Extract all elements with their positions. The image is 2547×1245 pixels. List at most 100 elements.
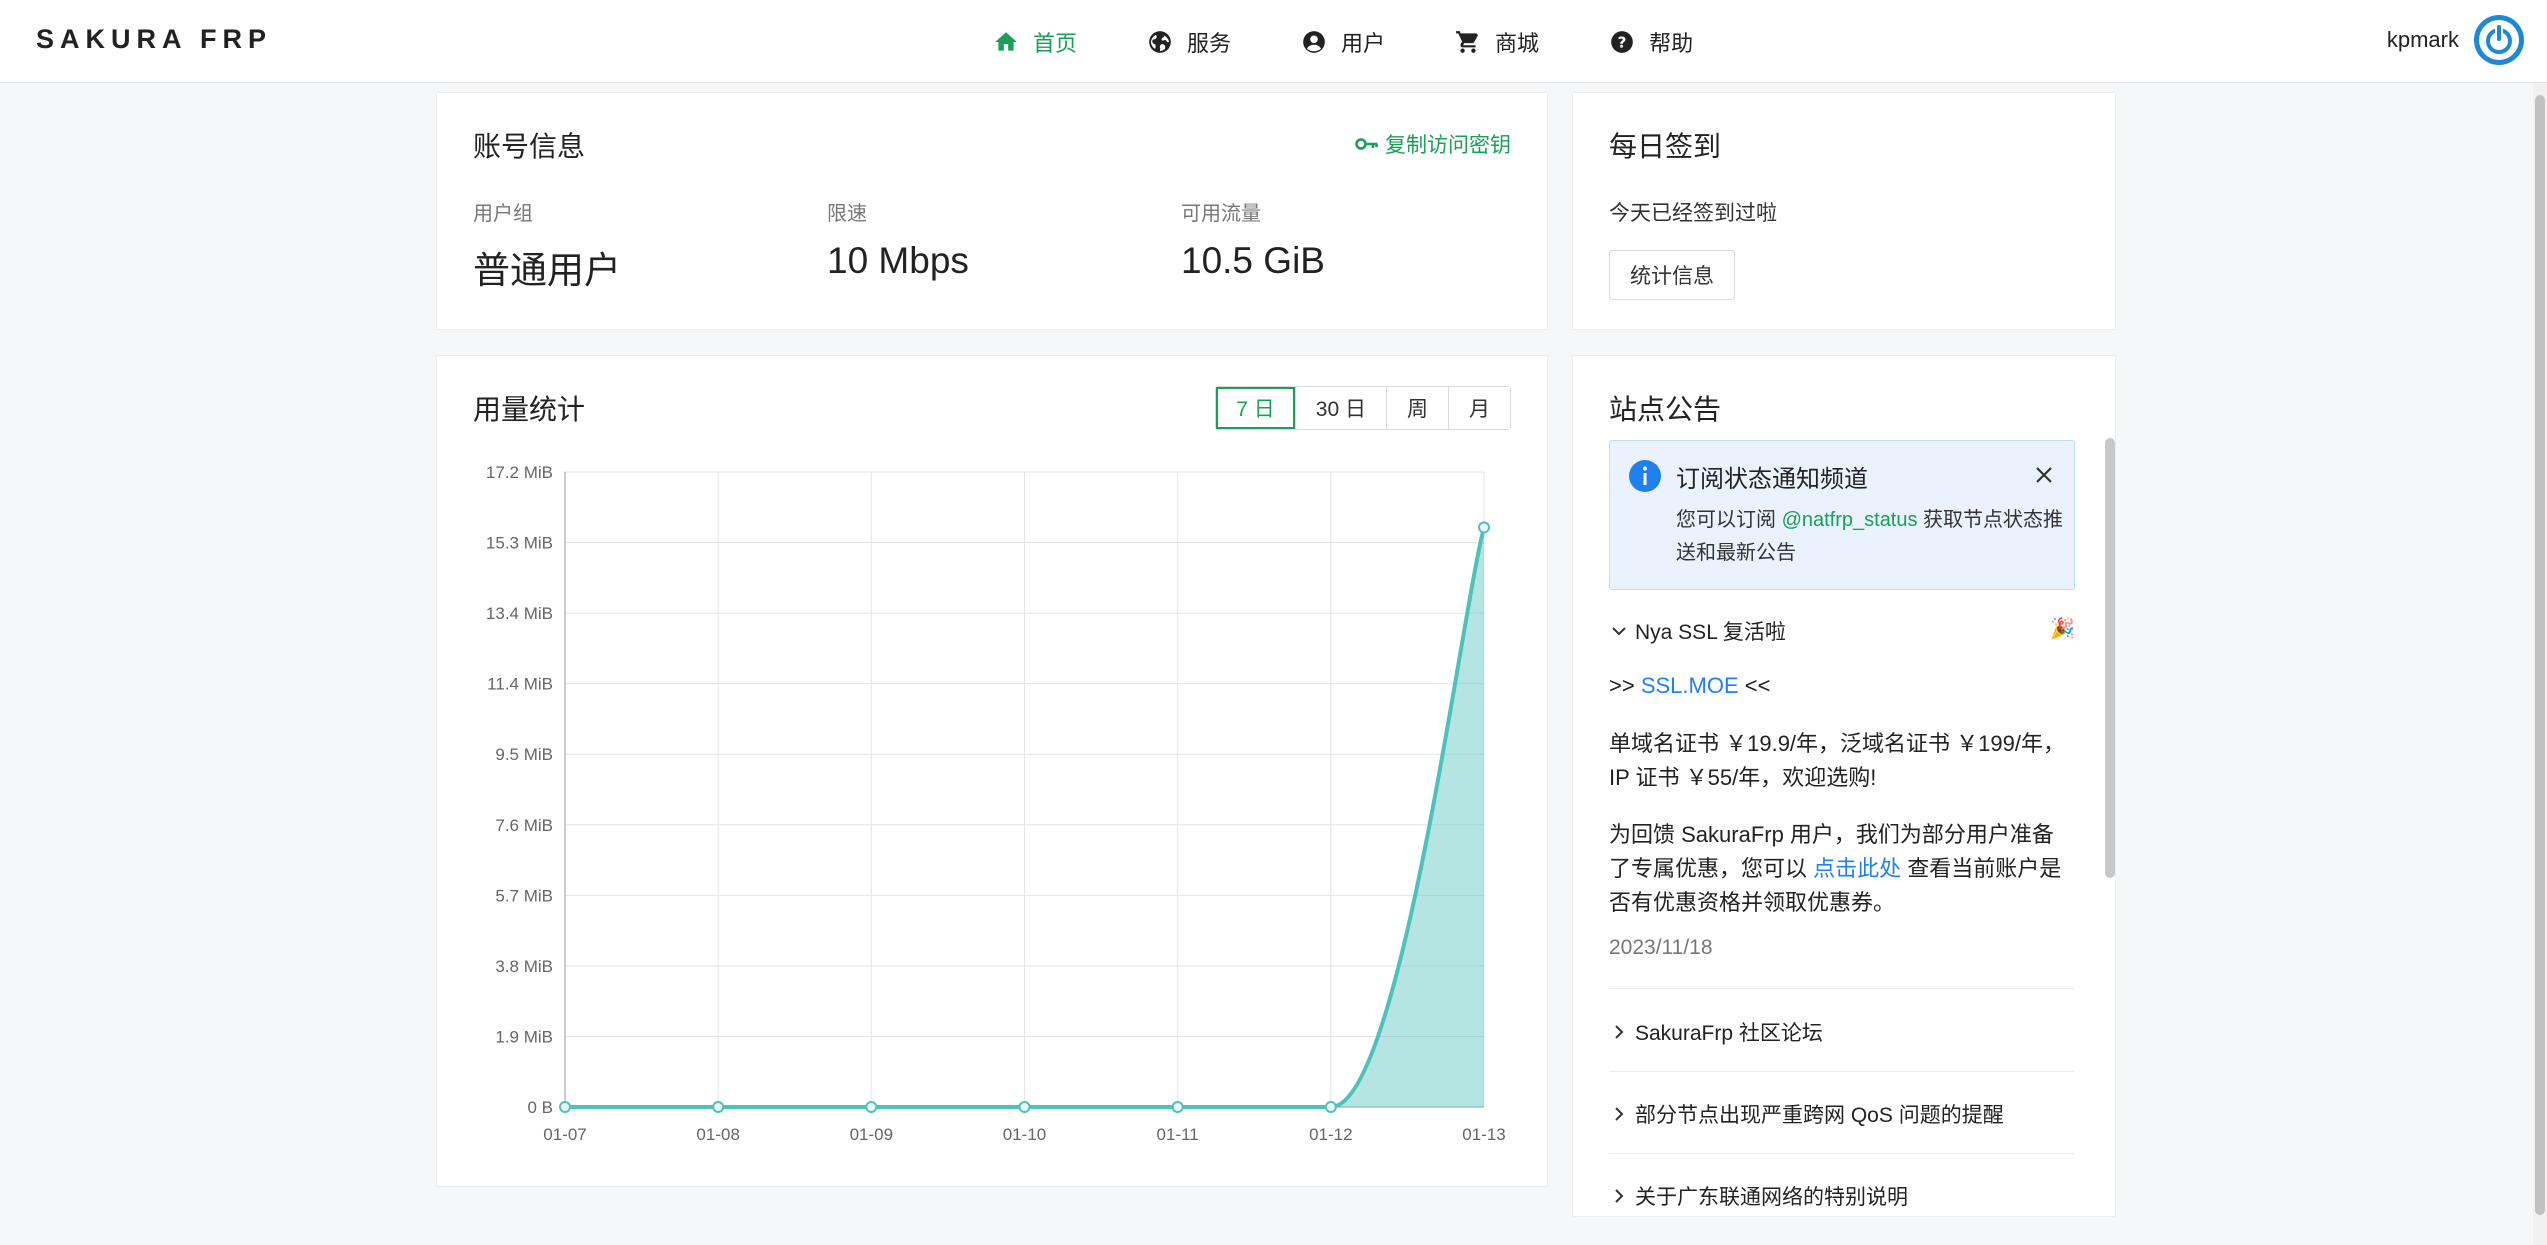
y-tick-label: 17.2 MiB [486,463,553,482]
y-tick-label: 3.8 MiB [495,957,553,976]
data-point [559,1101,571,1113]
data-point [1018,1101,1031,1113]
user-menu[interactable]: kpmark [2387,14,2525,66]
click-here-link[interactable]: 点击此处 [1813,856,1901,881]
page-scrollbar-thumb[interactable] [2535,95,2545,1215]
nav-item-user[interactable]: 用户 [1301,0,1385,83]
x-tick-label: 01-11 [1157,1125,1199,1144]
account-info-card: 账号信息 复制访问密钥 用户组 普通用户 限速 10 Mbps 可用流量 10.… [436,92,1548,330]
nav-item-label: 服务 [1187,30,1232,56]
announcement-header-guangdong[interactable]: 关于广东联通网络的特别说明 [1609,1181,2075,1211]
data-point [712,1101,725,1113]
statistics-button[interactable]: 统计信息 [1609,250,1735,300]
announcement-title: SakuraFrp 社区论坛 [1635,1022,1823,1045]
divider [1609,1153,2075,1154]
key-icon [1355,138,1378,150]
y-tick-label: 13.4 MiB [486,604,553,623]
stat-label: 限速 [827,203,867,225]
chevron-right-icon [1615,1189,1624,1203]
party-popper-icon: 🎉 [2050,618,2075,640]
y-tick-label: 7.6 MiB [495,816,553,835]
close-icon[interactable] [2032,463,2056,487]
alert-title: 订阅状态通知频道 [1676,466,1868,493]
nav-item-help[interactable]: ? 帮助 [1609,0,1693,83]
usage-stats-card: 用量统计 7 日 30 日 周 月 0 B 1.9 MiB 3.8 MiB 5.7 M… [436,355,1548,1187]
x-tick-label: 01-13 [1462,1125,1505,1144]
chevron-down-icon [1612,627,1626,636]
nav-item-label: 帮助 [1649,30,1694,56]
checkin-status-text: 今天已经签到过啦 [1609,202,1777,225]
announcement-ssl-line: >> SSL.MOE << [1609,669,2075,703]
card-title: 账号信息 [473,131,586,162]
usage-chart: 0 B 1.9 MiB 3.8 MiB 5.7 MiB 7.6 MiB 9.5 MiB 11… [486,463,1506,1144]
data-point [1478,521,1490,534]
data-point [1324,1101,1337,1113]
chevron-right-icon [1615,1025,1624,1039]
nav-item-services[interactable]: 服务 [1147,0,1231,83]
text: << [1738,673,1771,698]
divider [1609,988,2075,989]
announcement-header-qos[interactable]: 部分节点出现严重跨网 QoS 问题的提醒 [1609,1099,2075,1129]
announcement-header-nya-ssl[interactable]: Nya SSL 复活啦 🎉 [1609,616,2075,646]
subscription-alert: 订阅状态通知频道 您可以订阅 @natfrp_status 获取节点状态推送和最… [1609,440,2075,590]
stat-available-traffic: 可用流量 10.5 GiB [1181,197,1325,282]
y-tick-label: 0 B [527,1098,553,1117]
stat-speed-limit: 限速 10 Mbps [827,197,969,282]
copy-access-key-label: 复制访问密钥 [1385,134,1511,157]
announcement-price-paragraph: 单域名证书 ￥19.9/年，泛域名证书 ￥199/年，IP 证书 ￥55/年，欢… [1609,731,2065,790]
nav-item-home[interactable]: 首页 [993,0,1077,83]
y-tick-label: 1.9 MiB [495,1027,553,1046]
user-circle-icon [1303,30,1325,53]
data-point [1171,1101,1184,1113]
user-name: kpmark [2386,27,2459,52]
stat-value: 10.5 GiB [1181,240,1325,281]
info-icon [1629,460,1661,492]
notice-scrollbar[interactable] [2105,438,2115,878]
announcement-title: 关于广东联通网络的特别说明 [1635,1186,1908,1209]
divider [1609,1071,2075,1072]
x-tick-label: 01-08 [696,1125,739,1144]
stat-value: 普通用户 [473,250,621,291]
x-tick-label: 01-07 [543,1125,586,1144]
announcement-title: 部分节点出现严重跨网 QoS 问题的提醒 [1635,1104,2004,1127]
nav-item-label: 商城 [1495,30,1540,56]
alert-text: 您可以订阅 [1676,509,1782,531]
globe-icon [1149,30,1171,53]
text: >> [1609,673,1641,698]
cart-icon [1456,30,1479,53]
home-icon [995,31,1017,51]
top-navbar: SAKURA FRP 首页 服务 用户 商城 ? 帮助 kpmark [0,0,2547,83]
nav-item-label: 首页 [1033,30,1078,56]
data-point [865,1101,878,1113]
announcement-offer-paragraph: 为回馈 SakuraFrp 用户，我们为部分用户准备了专属优惠，您可以 点击此处… [1609,818,2075,920]
nav-item-shop[interactable]: 商城 [1455,0,1539,83]
x-tick-label: 01-10 [1003,1125,1046,1144]
stat-label: 用户组 [473,203,533,225]
stat-value: 10 Mbps [827,240,969,281]
y-tick-label: 15.3 MiB [486,534,553,553]
announcement-date: 2023/11/18 [1609,936,1713,959]
ssl-moe-link[interactable]: SSL.MOE [1641,673,1739,698]
stat-user-group: 用户组 普通用户 [473,197,621,294]
y-tick-label: 9.5 MiB [495,745,553,764]
y-tick-label: 11.4 MiB [487,675,553,694]
nav-item-label: 用户 [1341,30,1386,56]
page-scrollbar[interactable] [2533,83,2547,1245]
brand-logo[interactable]: SAKURA FRP [36,24,272,55]
site-notice-card: 站点公告 订阅状态通知频道 您可以订阅 @natfrp_status 获取节点状… [1572,355,2116,1217]
announcement-title: Nya SSL 复活啦 [1635,621,1786,644]
card-title: 每日签到 [1609,131,1722,162]
power-avatar-icon[interactable] [2473,14,2525,66]
x-tick-label: 01-09 [850,1125,893,1144]
daily-checkin-card: 每日签到 今天已经签到过啦 统计信息 [1572,92,2116,330]
svg-text:?: ? [1618,33,1627,51]
stat-label: 可用流量 [1181,203,1261,225]
announcement-header-forum[interactable]: SakuraFrp 社区论坛 [1609,1017,2075,1047]
telegram-handle-link[interactable]: @natfrp_status [1782,509,1918,531]
copy-access-key-button[interactable]: 复制访问密钥 [1355,129,1511,159]
help-icon: ? [1611,30,1633,53]
y-tick-label: 5.7 MiB [495,886,553,905]
card-title: 站点公告 [1609,394,1722,425]
chevron-right-icon [1615,1107,1624,1121]
main-nav: 首页 服务 用户 商城 ? 帮助 [993,0,1763,83]
